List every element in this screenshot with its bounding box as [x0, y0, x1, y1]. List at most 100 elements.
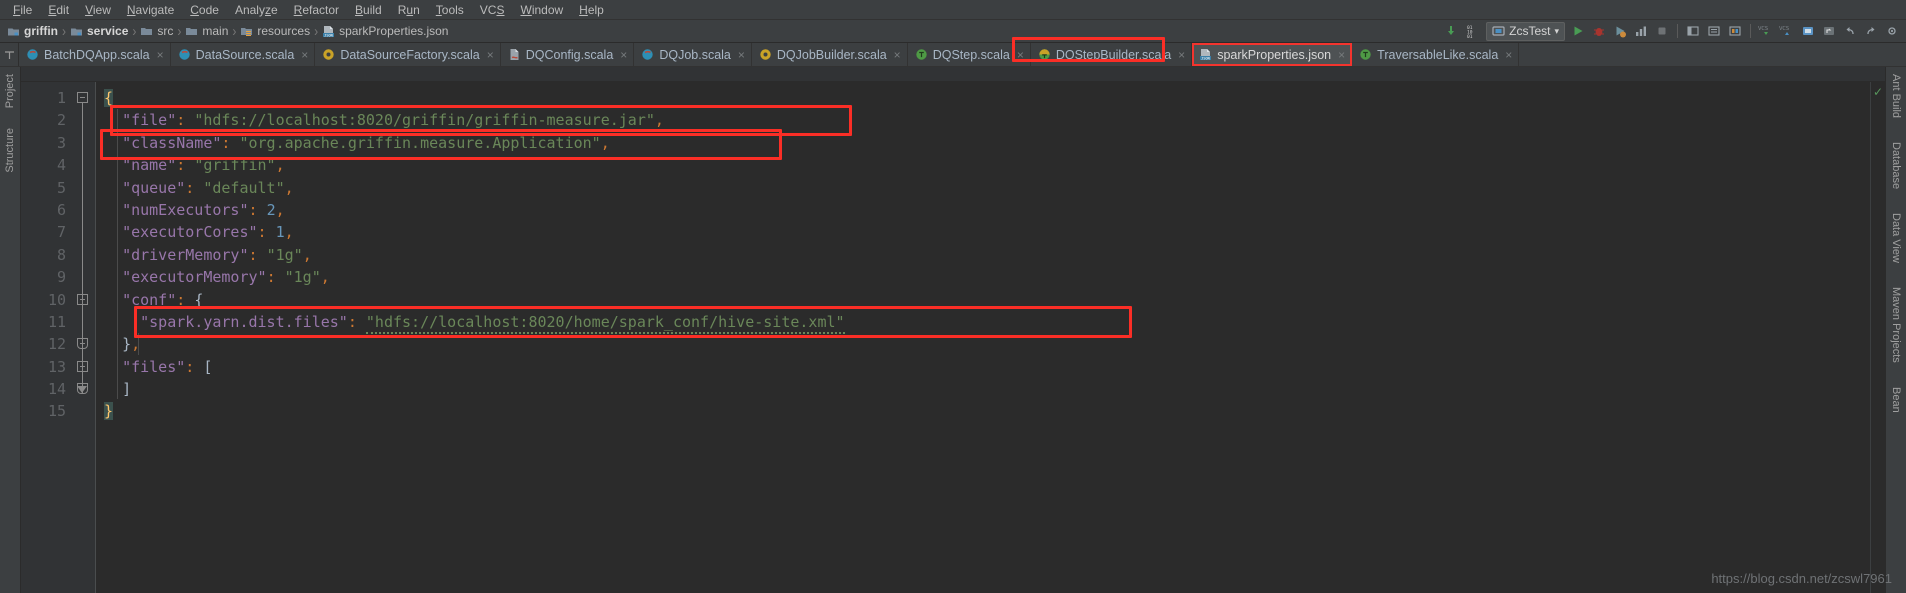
fold-row	[73, 311, 95, 333]
editor-tab-dqconfig[interactable]: DQConfig.scala ×	[501, 43, 635, 66]
breadcrumb-label: main	[202, 23, 229, 38]
tool-window-project[interactable]: Project	[2, 71, 18, 111]
svg-text:01: 01	[1467, 34, 1473, 38]
breadcrumb-main[interactable]: main	[182, 23, 231, 40]
breadcrumb-src[interactable]: src	[137, 23, 176, 40]
fold-row	[73, 109, 95, 131]
close-tab-icon[interactable]: ×	[157, 48, 164, 62]
vcs-history-icon[interactable]: VCS	[1779, 23, 1795, 39]
pin-tabs-icon[interactable]	[0, 43, 19, 66]
menu-item-run[interactable]: Run	[390, 2, 428, 18]
menu-item-file[interactable]: File	[5, 2, 40, 18]
code-text-area[interactable]: { "file": "hdfs://localhost:8020/griffin…	[96, 82, 1870, 593]
editor-tab-dqstepbuilder[interactable]: DQStepBuilder.scala ×	[1031, 43, 1193, 66]
breadcrumb-griffin[interactable]: griffin	[4, 23, 61, 40]
structure-tool-label: Structure	[4, 128, 16, 173]
editor-tab-dqjobbuilder[interactable]: DQJobBuilder.scala ×	[752, 43, 908, 66]
data-view-label: Data View	[1890, 213, 1902, 264]
vcs-commit-icon[interactable]: VCS	[1758, 23, 1774, 39]
fold-collapse-icon-conf-end[interactable]	[77, 338, 88, 350]
menu-item-analyze[interactable]: Analyze	[227, 2, 286, 18]
editor-tab-datasourcefactory[interactable]: DataSourceFactory.scala ×	[315, 43, 501, 66]
fold-collapse-icon-files[interactable]	[77, 360, 88, 372]
editor-marker-column[interactable]: ✓	[1870, 82, 1885, 593]
code-token: 2	[266, 200, 276, 219]
close-tab-icon[interactable]: ×	[301, 48, 308, 62]
menu-bar: File Edit View Navigate Code Analyze Ref…	[0, 0, 1906, 20]
breadcrumb-sparkproperties-json[interactable]: JSON sparkProperties.json	[319, 23, 451, 40]
debug-icon[interactable]	[1591, 23, 1607, 39]
editor-tab-dqjob[interactable]: DQJob.scala ×	[634, 43, 752, 66]
menu-item-edit[interactable]: Edit	[40, 2, 77, 18]
fold-collapse-icon-files-end[interactable]	[77, 383, 88, 395]
editor-tab-batchdqapp[interactable]: BatchDQApp.scala ×	[19, 43, 171, 66]
chevron-down-icon[interactable]: ▾	[1554, 26, 1559, 37]
breadcrumb-resources[interactable]: resources	[237, 23, 313, 40]
tool-window-maven[interactable]: Maven Projects	[1888, 284, 1904, 366]
inspection-ok-icon[interactable]: ✓	[1873, 86, 1883, 98]
stop-icon[interactable]	[1654, 23, 1670, 39]
search-everywhere-icon[interactable]	[1706, 23, 1722, 39]
breadcrumb-separator: ›	[132, 22, 137, 40]
menu-item-code[interactable]: Code	[182, 2, 227, 18]
close-tab-icon[interactable]: ×	[738, 48, 745, 62]
tool-window-bean[interactable]: Bean	[1888, 384, 1904, 416]
vcs-update-icon[interactable]	[1727, 23, 1743, 39]
menu-item-tools[interactable]: Tools	[428, 2, 472, 18]
fold-row	[73, 378, 95, 400]
close-tab-icon[interactable]: ×	[1505, 48, 1512, 62]
run-configuration-selector[interactable]: ZcsTest ▾	[1486, 21, 1565, 41]
navigation-bar: griffin › service › src › main › resourc…	[0, 20, 1906, 43]
code-line-3: "className": "org.apache.griffin.measure…	[104, 132, 1870, 154]
breadcrumb-separator: ›	[177, 22, 182, 40]
code-token: :	[185, 178, 195, 197]
tool-window-database[interactable]: Database	[1888, 139, 1904, 192]
close-tab-icon[interactable]: ×	[620, 48, 627, 62]
menu-item-window[interactable]: Window	[512, 2, 571, 18]
close-tab-icon[interactable]: ×	[1017, 48, 1024, 62]
fold-row	[73, 333, 95, 355]
layout-icon[interactable]	[1685, 23, 1701, 39]
close-tab-icon[interactable]: ×	[487, 48, 494, 62]
code-line-11: "spark.yarn.dist.files": "hdfs://localho…	[104, 311, 1870, 334]
line-number: 6	[56, 200, 66, 219]
json-file-icon: JSON	[1199, 48, 1212, 61]
redo-icon[interactable]	[1863, 23, 1879, 39]
breadcrumb-service[interactable]: service	[67, 23, 131, 40]
editor-tab-traversablelike[interactable]: TraversableLike.scala ×	[1352, 43, 1520, 66]
menu-item-navigate[interactable]: Navigate	[119, 2, 182, 18]
toolbar-separator	[1750, 24, 1751, 38]
fold-collapse-icon-conf[interactable]	[77, 293, 88, 305]
menu-item-build[interactable]: Build	[347, 2, 390, 18]
close-tab-icon[interactable]: ×	[1338, 48, 1345, 62]
download-updates-icon[interactable]	[1444, 23, 1460, 39]
menu-item-help[interactable]: Help	[571, 2, 612, 18]
editor-tab-label: TraversableLike.scala	[1377, 47, 1499, 62]
editor-tab-dqstep[interactable]: DQStep.scala ×	[908, 43, 1031, 66]
fold-collapse-icon-root[interactable]	[77, 92, 88, 103]
run-icon[interactable]	[1570, 23, 1586, 39]
editor-tab-datasource[interactable]: DataSource.scala ×	[171, 43, 316, 66]
menu-item-view[interactable]: View	[77, 2, 119, 18]
code-folding-gutter[interactable]	[73, 82, 96, 593]
menu-item-vcs[interactable]: VCS	[472, 2, 513, 18]
profile-icon[interactable]	[1633, 23, 1649, 39]
menu-item-refactor[interactable]: Refactor	[286, 2, 347, 18]
ant-build-label: Ant Build	[1890, 74, 1902, 119]
code-token: :	[347, 312, 357, 331]
vcs-branch-icon[interactable]	[1800, 23, 1816, 39]
settings-icon[interactable]	[1884, 23, 1900, 39]
tool-window-structure[interactable]: Structure	[2, 125, 18, 176]
close-tab-icon[interactable]: ×	[1178, 48, 1185, 62]
code-token: "spark.yarn.dist.files"	[140, 312, 348, 331]
breadcrumb-label: service	[87, 23, 129, 38]
code-editor[interactable]: 1 2 3 4 5 6 7 8 9 10 11 12 13 14 15 {"f…	[21, 82, 1885, 593]
code-line-4: "name": "griffin",	[104, 154, 1870, 176]
tool-window-ant-build[interactable]: Ant Build	[1888, 71, 1904, 121]
undo-icon[interactable]	[1842, 23, 1858, 39]
close-tab-icon[interactable]: ×	[894, 48, 901, 62]
coverage-icon[interactable]	[1612, 23, 1628, 39]
tool-window-data-view[interactable]: Data View	[1888, 210, 1904, 266]
vcs-rollback-icon[interactable]	[1821, 23, 1837, 39]
editor-tab-sparkproperties-json[interactable]: JSON sparkProperties.json ×	[1192, 43, 1353, 66]
